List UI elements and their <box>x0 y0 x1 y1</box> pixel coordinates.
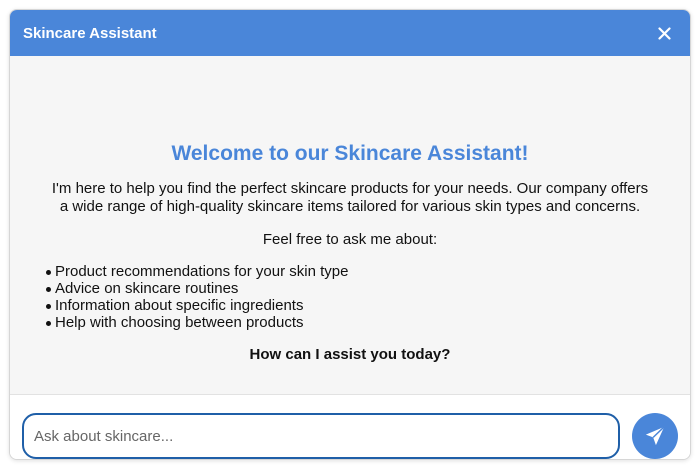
list-item: Product recommendations for your skin ty… <box>46 263 690 280</box>
list-item: Help with choosing between products <box>46 314 690 331</box>
message-area[interactable]: Welcome to our Skincare Assistant! I'm h… <box>10 56 690 395</box>
close-button[interactable] <box>654 23 674 43</box>
welcome-question: How can I assist you today? <box>249 346 451 363</box>
chat-input[interactable] <box>22 413 620 459</box>
list-item: Information about specific ingredients <box>46 297 690 314</box>
send-icon <box>645 426 665 446</box>
welcome-message: Welcome to our Skincare Assistant! I'm h… <box>10 141 690 364</box>
chat-window: Skincare Assistant Welcome to our Skinca… <box>9 9 691 460</box>
welcome-ask-prompt: Feel free to ask me about: <box>262 231 438 248</box>
list-item: Advice on skincare routines <box>46 280 690 297</box>
close-icon <box>657 26 671 40</box>
chat-title: Skincare Assistant <box>23 24 157 42</box>
welcome-intro: I'm here to help you find the perfect sk… <box>51 180 649 215</box>
input-bar <box>10 395 690 459</box>
welcome-title: Welcome to our Skincare Assistant! <box>171 142 529 165</box>
send-button[interactable] <box>632 413 678 459</box>
topic-list: Product recommendations for your skin ty… <box>46 263 690 331</box>
chat-header: Skincare Assistant <box>10 10 690 56</box>
